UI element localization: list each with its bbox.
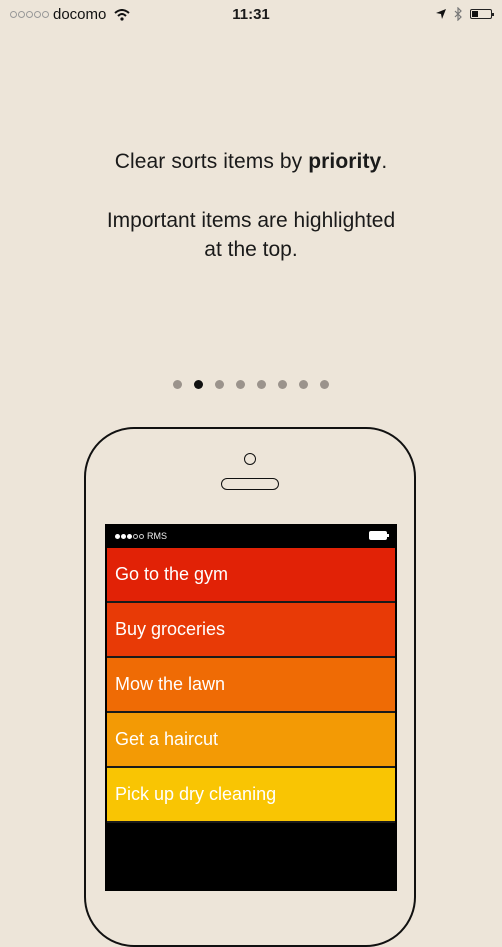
location-arrow-icon: [436, 9, 446, 19]
todo-item: Pick up dry cleaning: [107, 768, 395, 823]
phone-status-bar: RMS: [105, 524, 397, 548]
todo-item-label: Pick up dry cleaning: [115, 784, 277, 804]
todo-item-label: Buy groceries: [115, 619, 226, 639]
page-dot[interactable]: [299, 380, 308, 389]
bluetooth-icon: [454, 7, 462, 21]
headline: Clear sorts items by priority.: [114, 150, 388, 173]
todo-item-label: Get a haircut: [115, 729, 219, 749]
phone-signal-icon: [115, 533, 144, 539]
page-dot[interactable]: [278, 380, 287, 389]
page-dot[interactable]: [215, 380, 224, 389]
todo-item: Get a haircut: [107, 713, 395, 768]
phone-battery-icon: [369, 531, 389, 540]
page-dot[interactable]: [257, 380, 266, 389]
clock: 11:31: [232, 6, 270, 23]
phone-camera-icon: [244, 453, 256, 465]
page-dot[interactable]: [236, 380, 245, 389]
todo-item: Mow the lawn: [107, 658, 395, 713]
status-bar: docomo 11:31: [0, 0, 502, 32]
todo-list: Go to the gym Buy groceries Mow the lawn Ge…: [107, 548, 395, 823]
headline-emphasis: priority: [308, 150, 382, 173]
subline: Important items are highlighted at the t…: [106, 209, 396, 261]
phone-speaker-icon: [221, 478, 279, 490]
todo-item-label: Mow the lawn: [115, 674, 226, 694]
todo-item: Buy groceries: [107, 603, 395, 658]
todo-item-label: Go to the gym: [115, 564, 229, 584]
page-dot[interactable]: [173, 380, 182, 389]
page-indicator[interactable]: [0, 380, 502, 389]
page-dot[interactable]: [320, 380, 329, 389]
todo-item: Go to the gym: [107, 548, 395, 603]
phone-carrier: RMS: [147, 531, 167, 541]
battery-icon: [470, 9, 494, 19]
phone-screen: RMS Go to the gym Buy groceries Mow the la…: [105, 524, 397, 891]
page-dot[interactable]: [194, 380, 203, 389]
